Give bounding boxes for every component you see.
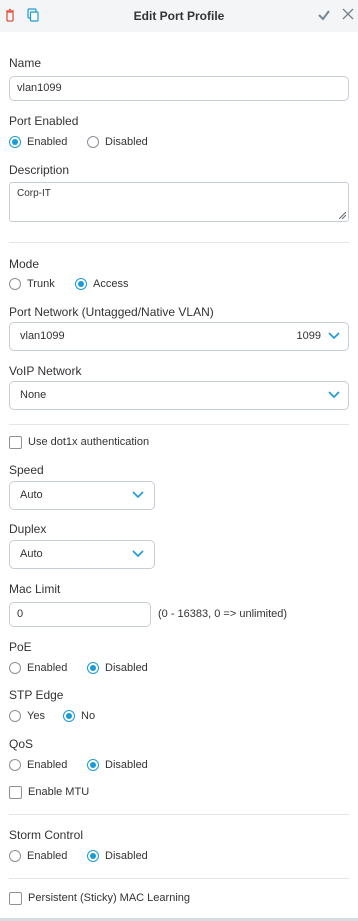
duplex-select[interactable]: Auto	[9, 540, 155, 569]
section-divider	[9, 878, 349, 879]
panel-title: Edit Port Profile	[133, 9, 225, 23]
port-enabled-enabled-radio[interactable]	[9, 136, 21, 148]
storm-control-enabled-radio[interactable]	[9, 850, 21, 862]
section-divider	[9, 242, 349, 243]
port-network-select[interactable]: vlan1099 1099	[9, 322, 349, 351]
duplex-value: Auto	[20, 548, 43, 560]
qos-label: QoS	[9, 737, 34, 751]
poe-disabled-radio[interactable]	[87, 662, 99, 674]
close-icon[interactable]	[342, 8, 354, 20]
chevron-down-icon	[132, 491, 144, 499]
mode-trunk-radio[interactable]	[9, 278, 21, 290]
description-textarea[interactable]: Corp-IT	[9, 182, 349, 222]
description-label: Description	[9, 163, 70, 177]
stp-edge-no-label: No	[81, 710, 96, 722]
mode-trunk-label: Trunk	[27, 278, 55, 290]
mode-access-radio[interactable]	[75, 278, 87, 290]
check-icon[interactable]	[317, 8, 331, 22]
qos-enabled-radio[interactable]	[9, 759, 21, 771]
port-enabled-disabled-label: Disabled	[105, 136, 148, 148]
enable-mtu-checkbox[interactable]	[9, 786, 22, 799]
stp-edge-yes-label: Yes	[27, 710, 45, 722]
storm-control-disabled-label: Disabled	[105, 850, 148, 862]
qos-enabled-label: Enabled	[27, 759, 68, 771]
port-enabled-enabled-label: Enabled	[27, 136, 68, 148]
mac-limit-label: Mac Limit	[9, 582, 61, 596]
voip-network-label: VoIP Network	[9, 364, 82, 378]
persistent-mac-checkbox[interactable]	[9, 892, 22, 905]
poe-enabled-label: Enabled	[27, 662, 68, 674]
section-divider	[9, 814, 349, 815]
poe-enabled-radio[interactable]	[9, 662, 21, 674]
stp-edge-no-radio[interactable]	[63, 710, 75, 722]
section-divider	[9, 424, 349, 425]
storm-control-disabled-radio[interactable]	[87, 850, 99, 862]
name-label: Name	[9, 56, 42, 70]
port-enabled-disabled-radio[interactable]	[87, 136, 99, 148]
qos-disabled-radio[interactable]	[87, 759, 99, 771]
mode-access-label: Access	[93, 278, 129, 290]
voip-network-value: None	[20, 389, 47, 401]
mac-limit-hint: (0 - 16383, 0 => unlimited)	[158, 608, 288, 620]
dot1x-checkbox[interactable]	[9, 436, 22, 449]
description-value: Corp-IT	[17, 188, 51, 199]
mode-label: Mode	[9, 257, 40, 271]
speed-select[interactable]: Auto	[9, 481, 155, 510]
port-network-label: Port Network (Untagged/Native VLAN)	[9, 305, 214, 319]
name-input[interactable]: vlan1099	[9, 76, 349, 101]
dot1x-label: Use dot1x authentication	[28, 436, 150, 448]
chevron-down-icon	[328, 332, 340, 340]
qos-disabled-label: Disabled	[105, 759, 148, 771]
stp-edge-yes-radio[interactable]	[9, 710, 21, 722]
speed-label: Speed	[9, 463, 44, 477]
chevron-down-icon	[132, 550, 144, 558]
storm-control-enabled-label: Enabled	[27, 850, 68, 862]
port-network-vlan-id: 1099	[296, 330, 321, 342]
poe-label: PoE	[9, 640, 32, 654]
mac-limit-input[interactable]: 0	[9, 602, 151, 627]
duplex-label: Duplex	[9, 522, 47, 536]
panel-header: Edit Port Profile	[0, 0, 358, 32]
persistent-mac-label: Persistent (Sticky) MAC Learning	[28, 892, 190, 904]
enable-mtu-label: Enable MTU	[28, 786, 90, 798]
chevron-down-icon	[328, 391, 340, 399]
stp-edge-label: STP Edge	[9, 688, 64, 702]
storm-control-label: Storm Control	[9, 828, 84, 842]
port-network-value: vlan1099	[20, 330, 65, 342]
speed-value: Auto	[20, 489, 43, 501]
port-enabled-label: Port Enabled	[9, 114, 79, 128]
poe-disabled-label: Disabled	[105, 662, 148, 674]
voip-network-select[interactable]: None	[9, 381, 349, 410]
resize-handle-icon[interactable]	[339, 212, 346, 219]
